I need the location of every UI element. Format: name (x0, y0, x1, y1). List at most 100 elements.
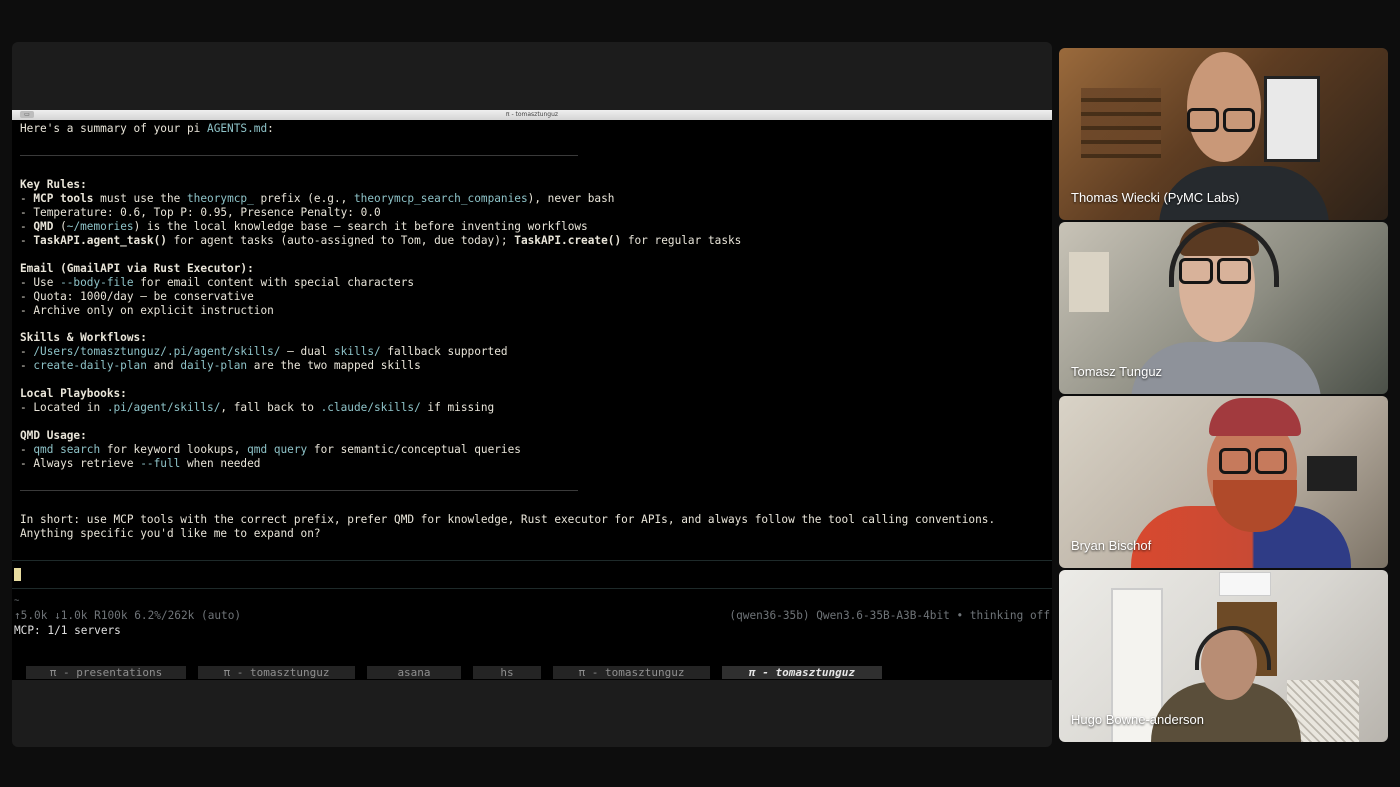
cap (1209, 398, 1301, 436)
tab-presentations[interactable]: π - presentations (26, 666, 186, 679)
participant-tile-hugo[interactable]: Hugo Bowne-anderson (1059, 570, 1388, 742)
tab-tomasztunguz-1[interactable]: π - tomasztunguz (198, 666, 355, 679)
terminal-text-segment: ) is the local knowledge base — search i… (133, 220, 588, 233)
terminal-text-segment: Key Rules: (20, 178, 87, 191)
terminal-text-segment: when needed (180, 457, 261, 470)
terminal-text-segment: ), never bash (527, 192, 615, 205)
terminal-text-segment: Email (GmailAPI via Rust Executor): (20, 262, 254, 275)
terminal-line: Here's a summary of your pi AGENTS.md: (20, 122, 274, 136)
window (1069, 252, 1109, 312)
terminal-title: π - tomasztunguz (505, 111, 559, 118)
terminal-text-segment: for keyword lookups, (100, 443, 248, 456)
terminal-text-segment: - (20, 359, 34, 372)
terminal-text-segment: AGENTS.md (207, 122, 268, 135)
terminal-text-segment: - (20, 234, 34, 247)
terminal-text-segment: theorymcp_ (187, 192, 254, 205)
monitor (1307, 456, 1357, 491)
terminal-text-segment: .pi/agent/skills/ (106, 401, 221, 414)
terminal-line: Email (GmailAPI via Rust Executor): (20, 262, 254, 276)
participant-tile-bryan[interactable]: Bryan Bischof (1059, 396, 1388, 568)
participant-head (1187, 52, 1261, 162)
terminal-text-segment: Local Playbooks: (20, 387, 127, 400)
terminal-text-segment: TaskAPI.create() (514, 234, 622, 247)
terminal-text-segment: Here's a summary of your pi (20, 122, 208, 135)
participant-tile-tomasz[interactable]: Tomasz Tunguz (1059, 222, 1388, 394)
terminal-line: - /Users/tomasztunguz/.pi/agent/skills/ … (20, 345, 508, 359)
terminal-line: Anything specific you'd like me to expan… (20, 527, 321, 541)
terminal-text-segment: In short: use MCP tools with the correct… (20, 513, 996, 526)
terminal-text-segment: fallback supported (380, 345, 508, 358)
terminal-text-segment: QMD (33, 220, 54, 233)
terminal-text-segment: daily-plan (180, 359, 248, 372)
terminal-line: - Always retrieve --full when needed (20, 457, 260, 471)
terminal-line: - Quota: 1000/day — be conservative (20, 290, 254, 304)
tab-tomasztunguz-active[interactable]: π - tomasztunguz (722, 666, 882, 679)
terminal-line: - Located in .pi/agent/skills/, fall bac… (20, 401, 494, 415)
air-conditioner (1219, 572, 1271, 596)
screen-share: ▭ π - tomasztunguz Here's a summary of y… (12, 42, 1052, 747)
terminal-text-segment: - (20, 192, 34, 205)
terminal-text-segment: - Quota: 1000/day — be conservative (20, 290, 254, 303)
terminal-text-segment: and (146, 359, 181, 372)
glasses-icon (1223, 108, 1255, 132)
terminal-text-segment: : (267, 122, 274, 135)
terminal-text-segment: qmd search (33, 443, 101, 456)
terminal-text-segment: for email content with special character… (133, 276, 415, 289)
terminal-text-segment: - (20, 220, 34, 233)
terminal-window[interactable]: ▭ π - tomasztunguz Here's a summary of y… (12, 110, 1052, 680)
terminal-text-segment: qmd query (247, 443, 308, 456)
terminal-line: In short: use MCP tools with the correct… (20, 513, 995, 527)
glasses-icon (1255, 448, 1287, 474)
terminal-text-segment: for semantic/conceptual queries (307, 443, 521, 456)
input-separator (12, 560, 1052, 561)
terminal-line: Local Playbooks: (20, 387, 127, 401)
terminal-line: - qmd search for keyword lookups, qmd qu… (20, 443, 521, 457)
terminal-text-segment: ~/memories (66, 220, 134, 233)
terminal-text-segment: QMD Usage: (20, 429, 87, 442)
terminal-text-segment: are the two mapped skills (247, 359, 421, 372)
terminal-text-segment: - Temperature: 0.6, Top P: 0.95, Presenc… (20, 206, 381, 219)
terminal-text-segment: create-daily-plan (33, 359, 147, 372)
terminal-text-segment: theorymcp_search_companies (353, 192, 528, 205)
participant-name: Thomas Wiecki (PyMC Labs) (1071, 190, 1240, 205)
terminal-line: - Archive only on explicit instruction (20, 304, 274, 318)
terminal-text-segment: Anything specific you'd like me to expan… (20, 527, 321, 540)
terminal-line: Key Rules: (20, 178, 87, 192)
terminal-text-segment: — dual (280, 345, 334, 358)
wall-art (1264, 76, 1320, 162)
tab-hs[interactable]: hs (473, 666, 541, 679)
terminal-text-segment: TaskAPI.agent_task() (33, 234, 167, 247)
terminal-line: - TaskAPI.agent_task() for agent tasks (… (20, 234, 741, 248)
tab-asana[interactable]: asana (367, 666, 461, 679)
tab-tomasztunguz-2[interactable]: π - tomasztunguz (553, 666, 710, 679)
terminal-text-segment: for agent tasks (auto-assigned to Tom, d… (166, 234, 515, 247)
divider (20, 155, 578, 156)
terminal-text-segment: - Located in (20, 401, 107, 414)
terminal-text-segment: , fall back to (220, 401, 321, 414)
terminal-text-segment: .claude/skills/ (320, 401, 421, 414)
terminal-line: - Temperature: 0.6, Top P: 0.95, Presenc… (20, 206, 381, 220)
terminal-line: - Use --body-file for email content with… (20, 276, 414, 290)
terminal-text-segment: - Always retrieve (20, 457, 141, 470)
terminal-text-segment: --full (140, 457, 181, 470)
terminal-text-segment: - Use (20, 276, 61, 289)
participant-tile-thomas[interactable]: Thomas Wiecki (PyMC Labs) (1059, 48, 1388, 220)
glasses-icon (1219, 448, 1251, 474)
terminal-text-segment: skills/ (333, 345, 381, 358)
participant-name: Hugo Bowne-anderson (1071, 712, 1204, 727)
status-usage: ↑5.0k ↓1.0k R100k 6.2%/262k (auto) (14, 609, 242, 622)
terminal-line: Skills & Workflows: (20, 331, 147, 345)
input-cursor[interactable] (14, 568, 21, 581)
bookshelf (1081, 88, 1161, 158)
terminal-text-segment: if missing (420, 401, 495, 414)
terminal-text-segment: MCP tools (33, 192, 94, 205)
terminal-text-segment: /Users/tomasztunguz/.pi/agent/skills/ (33, 345, 281, 358)
terminal-text-segment: must use the (93, 192, 187, 205)
terminal-text-segment: Skills & Workflows: (20, 331, 147, 344)
input-separator (12, 588, 1052, 589)
terminal-line: - create-daily-plan and daily-plan are t… (20, 359, 421, 373)
status-mcp: MCP: 1/1 servers (14, 624, 121, 637)
terminal-text-segment: ( (53, 220, 67, 233)
terminal-text-segment: - (20, 345, 34, 358)
terminal-text-segment: - (20, 443, 34, 456)
